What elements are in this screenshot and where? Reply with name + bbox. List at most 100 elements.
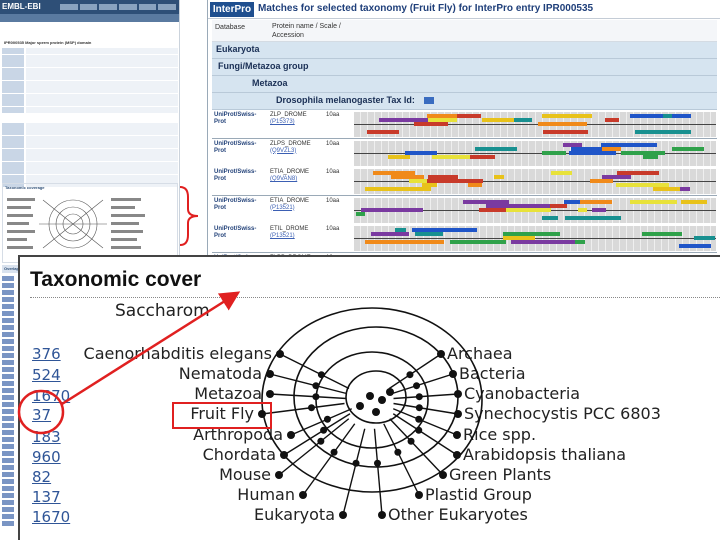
protein-name[interactable]: ZLP_DROME bbox=[270, 112, 307, 118]
domain-match-bar[interactable] bbox=[365, 187, 431, 191]
protein-name[interactable]: ETIA_DROME bbox=[270, 198, 309, 204]
thumbnail-entry-link[interactable] bbox=[2, 353, 14, 358]
thumbnail-entry-link[interactable] bbox=[2, 290, 14, 295]
thumbnail-entry-link[interactable] bbox=[2, 458, 14, 463]
domain-match-bar[interactable] bbox=[563, 142, 582, 147]
taxonomy-node[interactable] bbox=[299, 491, 307, 499]
domain-match-bar[interactable] bbox=[503, 232, 560, 236]
domain-match-bar[interactable] bbox=[565, 215, 621, 220]
taxonomy-node[interactable] bbox=[407, 437, 415, 445]
domain-match-bar[interactable] bbox=[361, 207, 423, 212]
domain-match-bar[interactable] bbox=[486, 203, 550, 208]
domain-match-bar[interactable] bbox=[621, 150, 665, 155]
domain-match-bar[interactable] bbox=[468, 183, 482, 187]
thumbnail-entry-link[interactable] bbox=[2, 514, 14, 519]
taxonomy-node[interactable] bbox=[317, 437, 325, 445]
taxonomy-node[interactable] bbox=[415, 426, 423, 434]
domain-match-bar[interactable] bbox=[365, 240, 387, 244]
domain-match-bar[interactable] bbox=[578, 207, 587, 212]
thumbnail-entry-link[interactable] bbox=[2, 283, 14, 288]
domain-match-bar[interactable] bbox=[630, 199, 677, 204]
domain-match-bar[interactable] bbox=[642, 232, 682, 236]
taxonomy-link-icon[interactable] bbox=[424, 97, 434, 104]
taxonomy-node[interactable] bbox=[413, 382, 421, 390]
taxonomy-node[interactable] bbox=[453, 451, 461, 459]
protein-accession[interactable]: (Q9VAN8) bbox=[270, 176, 297, 182]
domain-match-bar[interactable] bbox=[569, 150, 616, 155]
domain-match-bar[interactable] bbox=[450, 240, 506, 244]
domain-match-bar[interactable] bbox=[415, 232, 443, 236]
taxonomy-node[interactable] bbox=[308, 404, 315, 412]
domain-match-bar[interactable] bbox=[367, 130, 399, 134]
domain-match-bar[interactable] bbox=[412, 228, 477, 232]
thumbnail-entry-link[interactable] bbox=[2, 437, 14, 442]
thumbnail-entry-link[interactable] bbox=[2, 409, 14, 414]
taxonomy-node[interactable] bbox=[312, 393, 320, 401]
domain-match-bar[interactable] bbox=[689, 244, 711, 248]
thumbnail-entry-link[interactable] bbox=[2, 486, 14, 491]
taxonomy-node[interactable] bbox=[372, 408, 380, 416]
thumbnail-entry-link[interactable] bbox=[2, 374, 14, 379]
domain-match-bar[interactable] bbox=[694, 236, 715, 240]
thumbnail-entry-link[interactable] bbox=[2, 423, 14, 428]
taxonomy-node[interactable] bbox=[374, 459, 381, 467]
domain-match-bar[interactable] bbox=[681, 199, 707, 204]
domain-match-bar[interactable] bbox=[643, 154, 658, 159]
taxonomy-node[interactable] bbox=[437, 350, 445, 358]
thumbnail-entry-link[interactable] bbox=[2, 465, 14, 470]
row-protein[interactable]: ZLPS_DROME (Q9VZL3) bbox=[270, 141, 322, 155]
thumbnail-entry-link[interactable] bbox=[2, 381, 14, 386]
taxonomy-node[interactable] bbox=[454, 390, 462, 398]
domain-match-bar[interactable] bbox=[388, 154, 410, 159]
protein-name[interactable]: ZLPS_DROME bbox=[270, 141, 311, 147]
taxonomy-node[interactable] bbox=[415, 491, 423, 499]
taxonomy-node[interactable] bbox=[415, 404, 423, 412]
domain-match-bar[interactable] bbox=[543, 130, 588, 134]
domain-match-bar[interactable] bbox=[542, 215, 558, 220]
taxonomy-node[interactable] bbox=[356, 402, 364, 410]
taxonomy-node[interactable] bbox=[276, 350, 284, 358]
domain-match-bar[interactable] bbox=[605, 118, 619, 122]
thumbnail-entry-link[interactable] bbox=[2, 276, 14, 281]
embl-ebi-logo[interactable]: EMBL-EBI bbox=[2, 2, 41, 11]
domain-match-bar[interactable] bbox=[635, 130, 691, 134]
domain-match-bar[interactable] bbox=[511, 240, 575, 244]
domain-match-bar[interactable] bbox=[553, 150, 566, 155]
taxonomy-node[interactable] bbox=[406, 371, 414, 379]
domain-match-bar[interactable] bbox=[479, 207, 506, 212]
thumbnail-entry-link[interactable] bbox=[2, 451, 14, 456]
domain-match-bar[interactable] bbox=[653, 187, 680, 191]
taxonomy-node[interactable] bbox=[415, 393, 423, 401]
thumbnail-entry-link[interactable] bbox=[2, 332, 14, 337]
thumbnail-entry-link[interactable] bbox=[2, 395, 14, 400]
domain-match-bar[interactable] bbox=[580, 199, 612, 204]
taxonomy-node[interactable] bbox=[323, 415, 331, 423]
thumbnail-entry-link[interactable] bbox=[2, 346, 14, 351]
domain-match-bar[interactable] bbox=[630, 114, 691, 118]
domain-match-bar[interactable] bbox=[679, 244, 690, 248]
taxonomy-node[interactable] bbox=[439, 471, 447, 479]
interpro-logo[interactable]: InterPro bbox=[210, 2, 254, 17]
thumbnail-entry-link[interactable] bbox=[2, 360, 14, 365]
protein-accession[interactable]: (P15373) bbox=[270, 119, 295, 125]
taxonomy-node[interactable] bbox=[415, 415, 423, 423]
thumbnail-entry-link[interactable] bbox=[2, 472, 14, 477]
domain-match-bar[interactable] bbox=[379, 118, 428, 122]
domain-match-bar[interactable] bbox=[428, 175, 458, 179]
taxonomy-node[interactable] bbox=[453, 431, 461, 439]
domain-match-bar[interactable] bbox=[475, 146, 492, 151]
taxonomy-node[interactable] bbox=[386, 388, 394, 396]
taxonomy-node[interactable] bbox=[320, 426, 328, 434]
protein-accession[interactable]: (P13521) bbox=[270, 205, 295, 211]
domain-match-bar[interactable] bbox=[457, 114, 481, 118]
thumbnail-entry-link[interactable] bbox=[2, 304, 14, 309]
thumbnail-entry-link[interactable] bbox=[2, 507, 14, 512]
row-protein[interactable]: ETIL_DROME (P13521) bbox=[270, 226, 322, 240]
domain-match-bar[interactable] bbox=[422, 183, 437, 187]
taxonomy-node[interactable] bbox=[317, 371, 325, 379]
domain-match-bar[interactable] bbox=[538, 122, 587, 126]
thumbnail-entry-link[interactable] bbox=[2, 339, 14, 344]
taxonomy-node[interactable] bbox=[378, 396, 386, 404]
taxonomy-node[interactable] bbox=[352, 459, 360, 467]
taxonomy-node[interactable] bbox=[266, 370, 274, 378]
